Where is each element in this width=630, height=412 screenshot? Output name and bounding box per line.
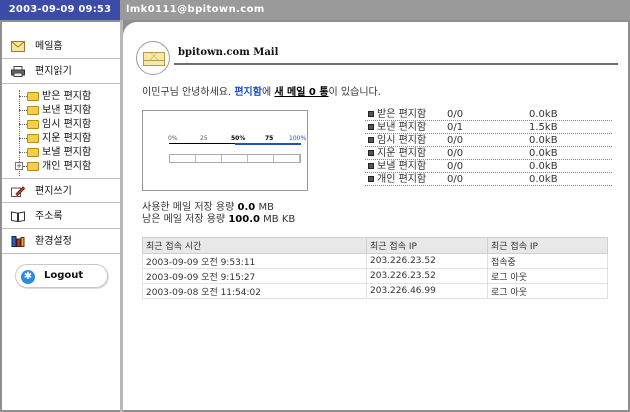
folder-item-personal[interactable]: + 개인 편지함	[15, 160, 116, 173]
envelope-icon	[11, 41, 25, 52]
logout-button[interactable]: ✱ Logout	[15, 264, 108, 288]
folder-icon	[27, 162, 39, 171]
tick-label: 0%	[168, 135, 178, 142]
folder-icon	[27, 120, 39, 129]
inbox-link[interactable]: 편지함	[234, 87, 262, 98]
storage-meter: 0% 25 50% 75 100%	[142, 110, 308, 191]
tick-label: 75	[265, 135, 274, 142]
folder-item-inbox[interactable]: 받은 편지함	[16, 90, 116, 103]
nav-label: 주소록	[35, 211, 63, 222]
greeting-text: 이민구님 안녕하세요. 편지함에 새 메일 0 통이 있습니다.	[142, 87, 381, 98]
logout-icon: ✱	[21, 270, 35, 284]
folder-item-trash[interactable]: 지운 편지함	[16, 132, 116, 145]
mail-logo-icon	[136, 41, 170, 75]
bullet-icon	[368, 111, 374, 117]
tools-icon	[11, 236, 25, 247]
expand-icon[interactable]: +	[15, 162, 23, 170]
folder-icon	[27, 148, 39, 157]
summary-row[interactable]: 받은 편지함 0/0 0.0kB	[365, 108, 612, 121]
summary-row[interactable]: 개인 편지함 0/0 0.0kB	[365, 173, 612, 186]
top-bar: 2003-09-09 09:53 lmk0111@bpitown.com	[0, 0, 630, 20]
folder-item-drafts[interactable]: 임시 편지함	[16, 118, 116, 131]
bullet-icon	[368, 137, 374, 143]
nav-label: 편지쓰기	[35, 186, 72, 197]
tick-label: 25	[200, 135, 208, 142]
summary-row[interactable]: 지운 편지함 0/0 0.0kB	[365, 147, 612, 160]
table-row: 2003-09-08 오전 11:54:02 203.226.46.99 로그 …	[142, 283, 608, 299]
meter-scale	[169, 143, 301, 147]
column-header: 최근 접속 IP	[487, 237, 608, 254]
folder-icon	[27, 134, 39, 143]
column-header: 최근 접속 IP	[366, 237, 488, 254]
nav-settings[interactable]: 환경설정	[2, 229, 120, 254]
tick-label: 50%	[231, 135, 246, 142]
nav-address-book[interactable]: 주소록	[2, 204, 120, 229]
nav-mail-home[interactable]: 메일홈	[2, 34, 120, 59]
table-row: 2003-09-09 오전 9:15:27 203.226.23.52 로그 아…	[142, 268, 608, 284]
table-row: 2003-09-09 오전 9:53:11 203.226.23.52 접속중	[142, 253, 608, 269]
title-divider	[174, 63, 618, 65]
remaining-storage: 남은 메일 저장 용량 100.0 MB KB	[142, 214, 296, 225]
nav-label: 편지읽기	[35, 66, 72, 77]
user-email: lmk0111@bpitown.com	[126, 4, 265, 15]
summary-row[interactable]: 보낸 편지함 0/1 1.5kB	[365, 121, 612, 134]
folder-item-outbox[interactable]: 보낼 편지함	[16, 146, 116, 159]
folder-icon	[27, 92, 39, 101]
bullet-icon	[368, 176, 374, 182]
access-log-table: 최근 접속 시간 최근 접속 IP 최근 접속 IP 2003-09-09 오전…	[142, 237, 608, 299]
storage-usage: 사용한 메일 저장 용량 0.0 MB 남은 메일 저장 용량 100.0 MB…	[142, 202, 295, 226]
summary-row[interactable]: 임시 편지함 0/0 0.0kB	[365, 134, 612, 147]
nav-read-mail[interactable]: 편지읽기	[2, 59, 120, 84]
summary-row[interactable]: 보낼 편지함 0/0 0.0kB	[365, 160, 612, 173]
page-title: bpitown.com Mail	[178, 47, 279, 58]
folder-item-sent[interactable]: 보낸 편지함	[16, 104, 116, 117]
bullet-icon	[368, 124, 374, 130]
nav-label: 환경설정	[35, 236, 72, 247]
book-icon	[11, 211, 25, 222]
bullet-icon	[368, 163, 374, 169]
pencil-icon	[11, 186, 25, 197]
new-mail-link[interactable]: 새 메일 0 통	[274, 87, 328, 98]
used-storage: 사용한 메일 저장 용량 0.0 MB	[142, 202, 274, 213]
usage-bar	[169, 154, 301, 163]
folder-icon	[27, 106, 39, 115]
table-header-row: 최근 접속 시간 최근 접속 IP 최근 접속 IP	[142, 237, 608, 254]
nav-compose[interactable]: 편지쓰기	[2, 178, 120, 203]
printer-icon	[11, 66, 25, 77]
nav-label: 메일홈	[35, 41, 63, 52]
bullet-icon	[368, 150, 374, 156]
datetime-label: 2003-09-09 09:53	[0, 0, 120, 20]
logout-label: Logout	[44, 270, 84, 281]
column-header: 최근 접속 시간	[142, 237, 367, 254]
tick-label: 100%	[289, 135, 307, 142]
